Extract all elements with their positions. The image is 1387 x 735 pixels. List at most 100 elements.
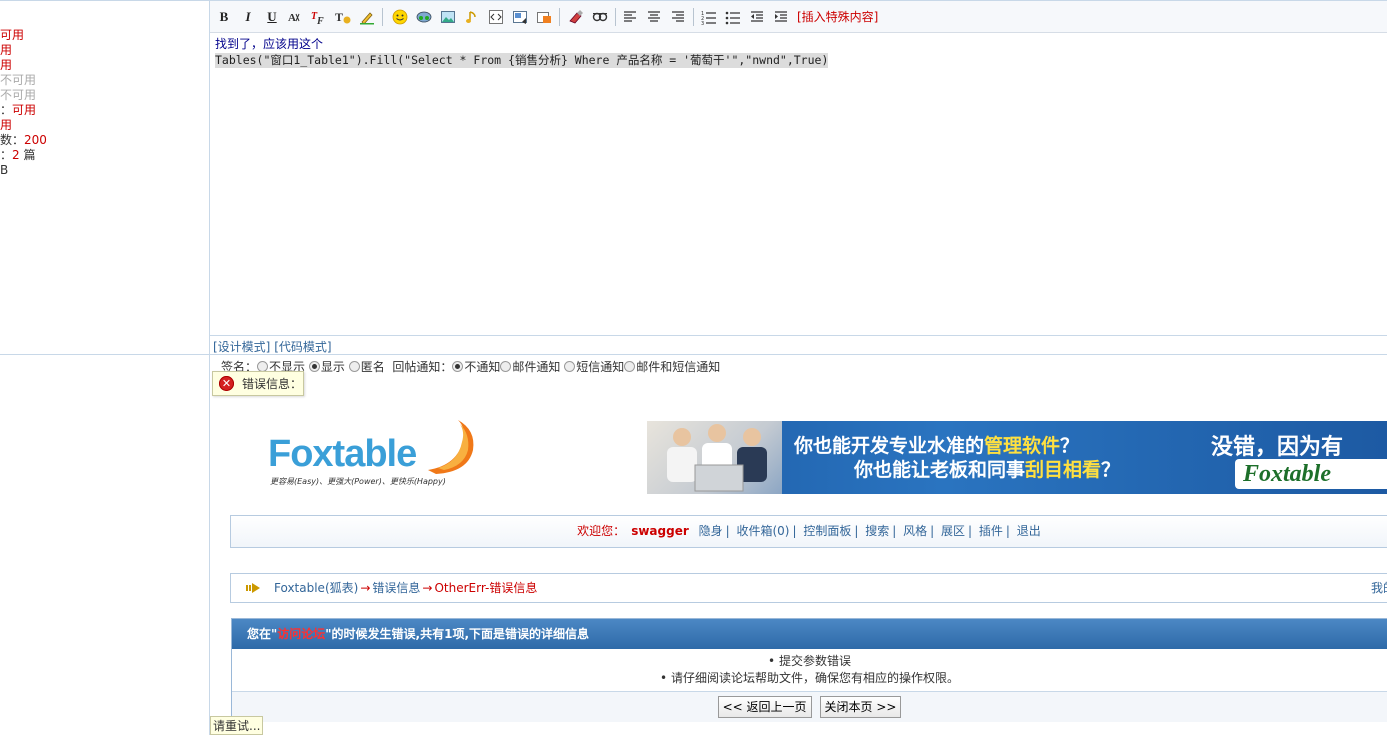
perm-item: 可用	[0, 28, 25, 42]
signature-show-radio[interactable]	[308, 361, 320, 372]
notify-both-radio[interactable]	[624, 361, 636, 372]
editor-mode-bar: [设计模式] [代码模式]	[210, 335, 1387, 355]
flash-icon[interactable]	[536, 9, 552, 25]
ad-banner[interactable]: 你也能开发专业水准的管理软件？ 你也能让老板和同事刮目相看？ 没错，因为有 Fo…	[647, 421, 1387, 494]
radio-label: 邮件通知	[512, 360, 561, 374]
left-column: 可用 用 用 不可用 不可用 ：可用 用 数：200 ：2 篇 B	[0, 0, 210, 735]
signature-anon-radio[interactable]	[348, 361, 360, 372]
perm-item: 不可用	[0, 88, 37, 102]
welcome-label: 欢迎您：	[577, 524, 626, 538]
error-panel-header: 您在"访问论坛"的时候发生错误,共有1项,下面是错误的详细信息	[232, 619, 1387, 649]
post-editor[interactable]: 找到了，应该用这个 Tables("窗口1_Table1").Fill("Sel…	[210, 33, 1387, 335]
align-center-icon[interactable]	[646, 9, 662, 25]
breadcrumb-right-link[interactable]: 我的	[1371, 574, 1387, 602]
indent-icon[interactable]	[773, 9, 789, 25]
bold-button[interactable]: B	[216, 9, 232, 25]
breadcrumb-arrow: →	[422, 581, 433, 595]
music-icon[interactable]	[464, 9, 480, 25]
user-nav-bar: 欢迎您： swagger 隐身 | 收件箱(0) | 控制面板 | 搜索 | 风格 | 展区…	[230, 515, 1387, 548]
logo-slogan: 更容易(Easy)、更强大(Power)、更快乐(Happy)	[270, 477, 446, 486]
radio-label: 不通知	[464, 360, 501, 374]
back-button[interactable]: << 返回上一页	[717, 696, 812, 718]
notify-mail-radio[interactable]	[500, 361, 512, 372]
banner-slogan: 没错，因为有	[1211, 435, 1344, 460]
banner-line-2: 你也能让老板和同事刮目相看？	[854, 459, 1121, 481]
breadcrumb: Foxtable(狐表)→错误信息→OtherErr-错误信息 我的	[230, 573, 1387, 603]
nav-link-search[interactable]: 搜索	[865, 524, 889, 538]
svg-text:T: T	[335, 10, 343, 24]
nav-link-invisible[interactable]: 隐身	[699, 524, 723, 538]
align-right-icon[interactable]	[670, 9, 686, 25]
italic-button[interactable]: I	[240, 9, 256, 25]
close-page-button[interactable]: 关闭本页 >>	[819, 696, 902, 718]
design-mode-link[interactable]: [设计模式]	[213, 340, 270, 354]
link-icon[interactable]	[416, 9, 432, 25]
ordered-list-icon[interactable]: 123	[701, 9, 717, 25]
nav-link-plugins[interactable]: 插件	[979, 524, 1003, 538]
radio-label: 短信通知	[576, 360, 625, 374]
nav-link-style[interactable]: 风格	[903, 524, 927, 538]
retry-tooltip: 请重试...	[210, 716, 263, 735]
perm-item: ：可用	[0, 103, 37, 117]
code-icon[interactable]	[488, 9, 504, 25]
notify-sms-radio[interactable]	[564, 361, 576, 372]
fox-tail-icon	[428, 420, 474, 474]
image-icon[interactable]	[440, 9, 456, 25]
perm-item: B	[0, 163, 9, 177]
toolbar-separator	[615, 8, 616, 26]
error-panel: 您在"访问论坛"的时候发生错误,共有1项,下面是错误的详细信息 • 提交参数错误…	[231, 618, 1387, 722]
svg-text:F: F	[316, 16, 324, 25]
font-size-icon[interactable]: TF	[311, 9, 327, 25]
underline-button[interactable]: U	[264, 9, 280, 25]
perm-item: 用	[0, 58, 13, 72]
perm-item: 不可用	[0, 73, 37, 87]
radio-label: 显示	[320, 360, 345, 374]
error-panel-footer: << 返回上一页 关闭本页 >>	[232, 691, 1387, 722]
toolbar-separator	[382, 8, 383, 26]
code-mode-link[interactable]: [代码模式]	[274, 340, 331, 354]
outdent-icon[interactable]	[749, 9, 765, 25]
radio-label: 匿名	[360, 360, 385, 374]
error-item: • 请仔细阅读论坛帮助文件，确保您有相应的操作权限。	[660, 671, 959, 685]
banner-line-1: 你也能开发专业水准的管理软件？	[794, 435, 1080, 457]
editor-toolbar: B I U A TF T 1 2 3 [插入特殊内容]	[210, 1, 1387, 33]
replace-icon[interactable]	[592, 9, 608, 25]
perm-item: 用	[0, 118, 13, 132]
divider	[0, 354, 210, 355]
permission-list: 可用 用 用 不可用 不可用 ：可用 用 数：200 ：2 篇 B	[0, 28, 47, 178]
nav-link-logout[interactable]: 退出	[1017, 524, 1041, 538]
align-left-icon[interactable]	[622, 9, 638, 25]
radio-label: 邮件和短信通知	[636, 360, 721, 374]
toolbar-separator	[693, 8, 694, 26]
svg-text:A: A	[288, 12, 296, 24]
error-tooltip-text: 错误信息：	[242, 377, 303, 391]
perm-item: ：2 篇	[0, 148, 36, 162]
text-color-icon[interactable]: T	[335, 9, 351, 25]
nav-link-showcase[interactable]: 展区	[941, 524, 965, 538]
nav-link-inbox[interactable]: 收件箱(0)	[736, 524, 789, 538]
error-item: • 提交参数错误	[768, 654, 851, 668]
smiley-icon[interactable]	[392, 9, 408, 25]
foxtable-logo[interactable]: Foxtable 更容易(Easy)、更强大(Power)、更快乐(Happy)	[268, 420, 478, 492]
error-tooltip: ✕ 错误信息：	[212, 371, 304, 396]
username[interactable]: swagger	[631, 524, 689, 538]
perm-item: 数：200	[0, 133, 47, 147]
highlight-icon[interactable]	[359, 9, 375, 25]
editor-text-line: 找到了，应该用这个	[215, 37, 324, 51]
banner-badge: Foxtable	[1235, 459, 1387, 489]
toolbar-separator	[559, 8, 560, 26]
nav-link-control-panel[interactable]: 控制面板	[803, 524, 851, 538]
breadcrumb-error-link[interactable]: 错误信息	[372, 581, 420, 595]
clear-format-icon[interactable]	[568, 9, 584, 25]
font-icon[interactable]: A	[287, 9, 303, 25]
perm-item: 用	[0, 43, 13, 57]
error-panel-body: • 提交参数错误 • 请仔细阅读论坛帮助文件，确保您有相应的操作权限。	[232, 649, 1387, 691]
notify-none-radio[interactable]	[452, 361, 464, 372]
insert-special-button[interactable]: [插入特殊内容]	[797, 10, 878, 24]
breadcrumb-home-link[interactable]: Foxtable(狐表)	[274, 581, 358, 595]
arrow-right-icon	[246, 583, 260, 593]
svg-text:3: 3	[701, 21, 704, 25]
unordered-list-icon[interactable]	[725, 9, 741, 25]
quote-icon[interactable]	[512, 9, 528, 25]
logo-text: Foxtable	[268, 433, 417, 475]
